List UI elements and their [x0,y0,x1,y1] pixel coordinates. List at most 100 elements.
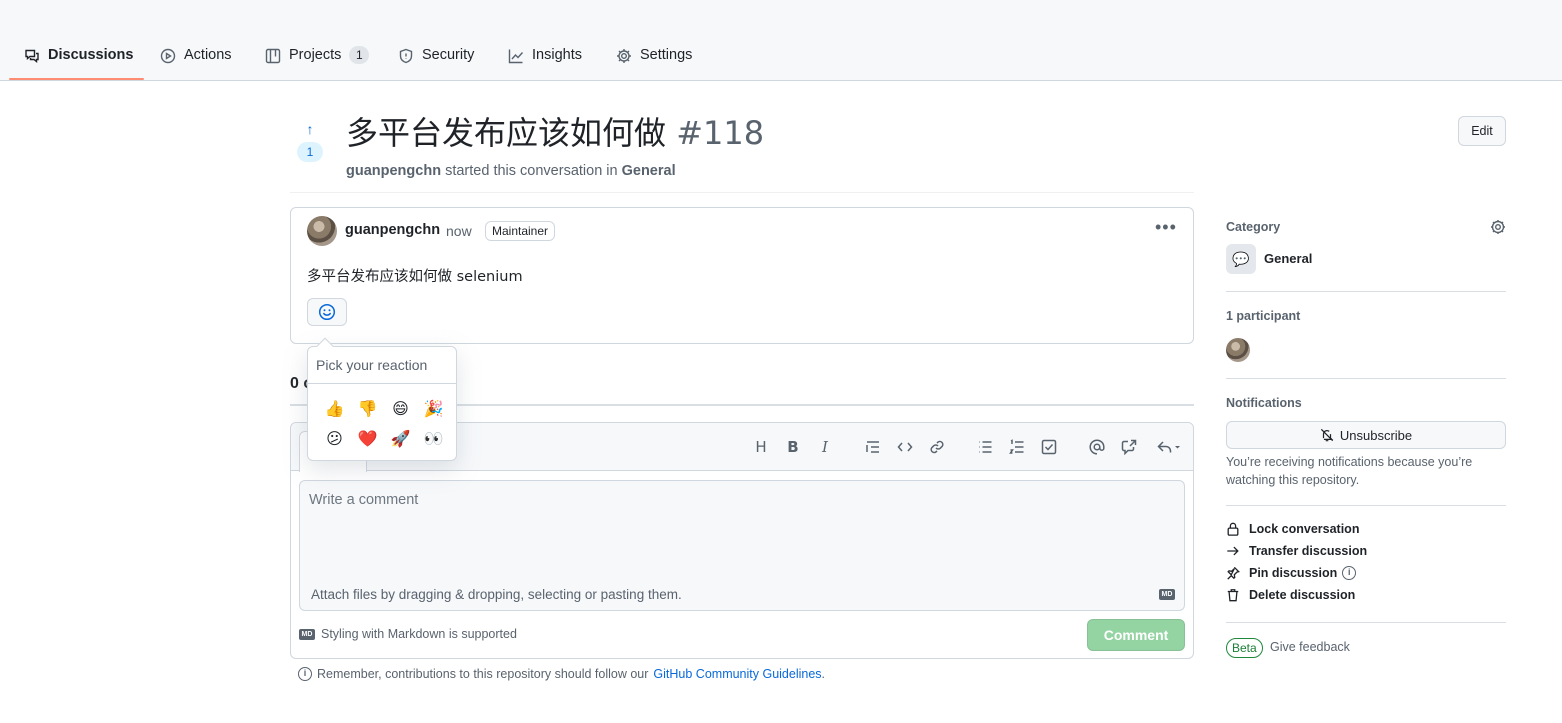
page-title: 多平台发布应该如何做 #118 [346,108,764,154]
smiley-icon [318,303,336,321]
shield-icon [399,48,413,64]
divider [1226,291,1506,292]
markdown-icon: MD [1159,589,1175,600]
edit-button[interactable]: Edit [1458,116,1506,146]
transfer-discussion-link[interactable]: Transfer discussion [1226,544,1367,558]
tab-label: Actions [184,47,232,63]
active-tab-underline [9,78,144,80]
heart-icon[interactable]: ❤️ [351,423,384,453]
mention-icon[interactable] [1087,437,1107,457]
tab-label: Insights [532,47,582,63]
divider [1226,622,1506,623]
action-label: Lock conversation [1249,522,1360,536]
table-icon [265,48,281,64]
tab-projects[interactable]: Projects 1 [265,34,370,80]
thumbs-down-icon[interactable]: 👎 [351,393,384,423]
category-emoji: 💬 [1226,244,1256,274]
kebab-menu-icon[interactable]: ••• [1155,217,1177,238]
emoji-grid: 👍 👎 😄 🎉 😕 ❤️ 🚀 👀 [318,393,450,453]
discussion-title: 多平台发布应该如何做 [346,114,667,152]
reply-icon[interactable] [1153,437,1185,457]
tab-insights[interactable]: Insights [508,34,582,80]
comment-time[interactable]: now [446,223,472,239]
thumbs-up-icon[interactable]: 👍 [318,393,351,423]
delete-discussion-link[interactable]: Delete discussion [1226,588,1355,602]
arrow-up-icon: ↑ [306,121,314,137]
code-icon[interactable] [895,437,915,457]
divider [1226,505,1506,506]
tab-settings[interactable]: Settings [616,34,692,80]
author-link[interactable]: guanpengchn [346,163,441,179]
guidelines-prefix: Remember, contributions to this reposito… [317,667,649,681]
comment-author[interactable]: guanpengchn [345,222,440,238]
maintainer-badge: Maintainer [485,221,556,241]
italic-icon[interactable]: I [815,437,835,457]
attach-text: Attach files by dragging & dropping, sel… [311,587,682,602]
category-name[interactable]: General [1264,251,1312,266]
eyes-icon[interactable]: 👀 [417,423,450,453]
projects-counter: 1 [349,46,370,64]
ordered-list-icon[interactable] [1007,437,1027,457]
comment-button[interactable]: Comment [1087,619,1185,651]
tab-discussions[interactable]: Discussions [24,34,133,80]
pin-discussion-link[interactable]: Pin discussion i [1226,566,1357,580]
heading-icon[interactable]: H [751,437,771,457]
quote-icon[interactable] [863,437,883,457]
confused-icon[interactable]: 😕 [318,423,351,453]
tab-security[interactable]: Security [398,34,474,80]
category-heading: Category [1226,220,1281,234]
gear-icon[interactable] [1490,219,1506,235]
pin-icon [1227,566,1240,580]
comment-body: 多平台发布应该如何做 selenium [307,269,523,285]
tasklist-icon[interactable] [1039,437,1059,457]
laugh-icon[interactable]: 😄 [384,393,417,423]
markdown-icon: MD [299,628,315,640]
lock-conversation-link[interactable]: Lock conversation [1226,522,1359,536]
unordered-list-icon[interactable] [975,437,995,457]
tab-label: Security [422,47,475,63]
unsubscribe-button[interactable]: Unsubscribe [1226,421,1506,449]
markdown-hint-text: Styling with Markdown is supported [321,627,517,641]
cross-reference-icon[interactable] [1119,437,1139,457]
add-reaction-button[interactable] [307,298,347,326]
unsubscribe-label: Unsubscribe [1339,427,1413,443]
info-icon[interactable]: i [1342,566,1357,580]
beta-badge: Beta [1226,638,1263,658]
bell-slash-icon [1320,428,1334,442]
markdown-hint[interactable]: MD Styling with Markdown is supported [299,627,517,641]
upvote-button[interactable]: ↑ 1 [297,120,323,162]
link-icon[interactable] [927,437,947,457]
action-label: Delete discussion [1249,588,1356,602]
comment-textarea[interactable]: Write a comment [299,480,1185,580]
discussion-meta: guanpengchn started this conversation in… [346,163,676,179]
hooray-icon[interactable]: 🎉 [417,393,450,423]
tab-label: Settings [640,47,693,63]
play-icon [160,48,176,64]
reaction-picker-title: Pick your reaction [316,357,428,373]
tab-actions[interactable]: Actions [160,34,232,80]
divider [290,192,1194,193]
guidelines-suffix: . [821,667,826,681]
give-feedback-link[interactable]: Give feedback [1270,640,1350,654]
action-label: Transfer discussion [1249,544,1368,558]
bold-icon[interactable]: B [783,437,803,457]
participant-avatar[interactable] [1226,338,1250,362]
lock-icon [1227,522,1239,536]
started-text: started this conversation in [445,163,618,179]
graph-icon [508,49,524,64]
gear-icon [617,49,631,63]
notification-reason: You’re receiving notifications because y… [1226,455,1473,487]
discussion-number: #118 [676,114,765,152]
repo-nav: Discussions Actions Projects 1 Security … [0,0,1562,81]
trash-icon [1227,589,1239,602]
comment-discussion-icon [25,49,39,63]
tab-label: Projects [289,47,342,63]
guidelines-link[interactable]: GitHub Community Guidelines [653,667,821,681]
attach-files-bar[interactable]: Attach files by dragging & dropping, sel… [299,579,1185,611]
info-icon: i [298,667,312,681]
category-link[interactable]: General [622,163,676,179]
avatar[interactable] [307,216,337,246]
rocket-icon[interactable]: 🚀 [384,423,417,453]
community-guidelines-note: i Remember, contributions to this reposi… [298,667,825,681]
discussion-comment: guanpengchn now Maintainer ••• 多平台发布应该如何… [290,207,1194,344]
